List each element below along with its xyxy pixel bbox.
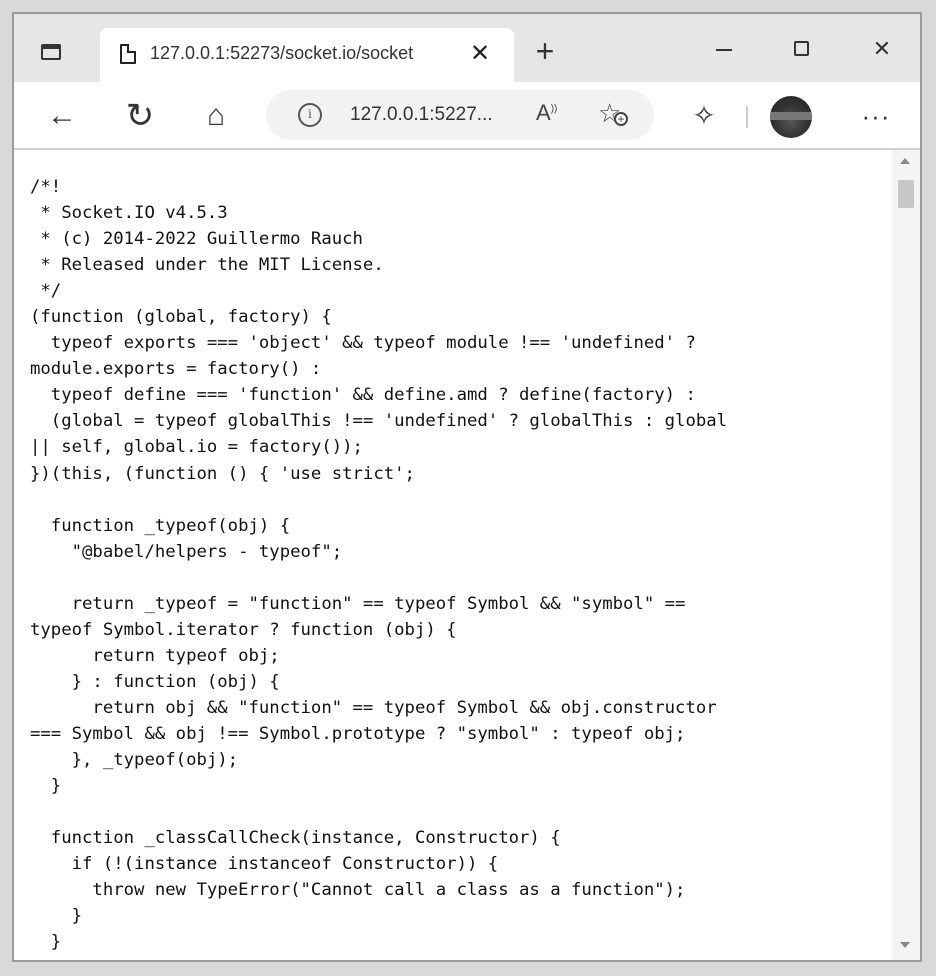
toolbar-divider xyxy=(746,106,748,128)
code-line: */ xyxy=(30,281,62,302)
site-info-icon[interactable]: i xyxy=(298,103,322,127)
tab-actions-glyph xyxy=(41,44,61,60)
tab-close-icon[interactable]: ✕ xyxy=(466,40,494,68)
scroll-up-arrow-icon[interactable] xyxy=(900,158,910,164)
scroll-down-arrow-icon[interactable] xyxy=(900,942,910,948)
code-line: return typeof obj; xyxy=(30,645,280,666)
scrollbar-thumb[interactable] xyxy=(898,180,914,208)
maximize-icon xyxy=(794,41,809,56)
close-window-button[interactable]: ✕ xyxy=(862,34,902,64)
read-aloud-icon[interactable]: A)) xyxy=(536,100,557,126)
vertical-scrollbar[interactable] xyxy=(892,150,920,960)
code-line: } xyxy=(30,932,62,953)
minimize-icon xyxy=(716,49,732,51)
code-line: function _typeof(obj) { xyxy=(30,515,291,536)
code-line: || self, global.io = factory()); xyxy=(30,437,363,458)
source-code-text: /*! * Socket.IO v4.5.3 * (c) 2014-2022 G… xyxy=(30,174,727,955)
back-button[interactable]: ← xyxy=(42,96,82,136)
code-line: * (c) 2014-2022 Guillermo Rauch xyxy=(30,229,363,250)
code-line: /*! xyxy=(30,177,62,197)
tab-title-fade xyxy=(430,38,456,72)
code-line: (global = typeof globalThis !== 'undefin… xyxy=(30,411,728,432)
code-line: } xyxy=(30,776,62,797)
home-button[interactable]: ⌂ xyxy=(196,96,236,136)
browser-window: 127.0.0.1:52273/socket.io/socket ✕ + ✕ ←… xyxy=(12,12,922,962)
title-bar: 127.0.0.1:52273/socket.io/socket ✕ + ✕ xyxy=(14,14,920,84)
page-content: /*! * Socket.IO v4.5.3 * (c) 2014-2022 G… xyxy=(14,150,892,960)
profile-avatar[interactable] xyxy=(770,96,812,138)
refresh-button[interactable]: ↻ xyxy=(120,96,160,136)
code-line: * Released under the MIT License. xyxy=(30,255,384,276)
code-line: if (!(instance instanceof Constructor)) … xyxy=(30,854,499,875)
code-line: module.exports = factory() : xyxy=(30,359,322,380)
code-line: }, _typeof(obj); xyxy=(30,750,239,771)
code-line: return obj && "function" == typeof Symbo… xyxy=(30,697,717,718)
read-aloud-glyph: A xyxy=(536,100,551,125)
url-text[interactable]: 127.0.0.1:5227... xyxy=(350,104,550,126)
page-icon xyxy=(120,44,136,64)
maximize-button[interactable] xyxy=(782,34,822,64)
active-tab[interactable]: 127.0.0.1:52273/socket.io/socket ✕ xyxy=(100,28,514,84)
code-line: === Symbol && obj !== Symbol.prototype ?… xyxy=(30,723,686,744)
code-line: } xyxy=(30,906,83,927)
favorite-plus-badge: + xyxy=(614,112,628,126)
code-line: throw new TypeError("Cannot call a class… xyxy=(30,880,686,901)
code-line: typeof define === 'function' && define.a… xyxy=(30,385,696,406)
code-line: function _classCallCheck(instance, Const… xyxy=(30,828,561,849)
new-tab-button[interactable]: + xyxy=(528,34,562,68)
code-line: })(this, (function () { 'use strict'; xyxy=(30,463,415,484)
more-menu-button[interactable]: ··· xyxy=(856,96,896,136)
profile-avatar-image xyxy=(770,112,812,120)
tab-title: 127.0.0.1:52273/socket.io/socket xyxy=(150,43,414,63)
navigation-toolbar: ← ↻ ⌂ i 127.0.0.1:5227... A)) ☆ + ✧ ··· xyxy=(14,82,920,150)
code-line: * Socket.IO v4.5.3 xyxy=(30,203,228,224)
code-line: return _typeof = "function" == typeof Sy… xyxy=(30,593,686,614)
minimize-button[interactable] xyxy=(704,34,744,64)
code-line: (function (global, factory) { xyxy=(30,307,332,328)
code-line: typeof exports === 'object' && typeof mo… xyxy=(30,333,696,354)
tab-actions-icon[interactable] xyxy=(34,36,66,68)
code-line: "@babel/helpers - typeof"; xyxy=(30,541,343,562)
code-line: } : function (obj) { xyxy=(30,671,280,692)
extensions-icon[interactable]: ✧ xyxy=(684,96,724,136)
read-aloud-waves: )) xyxy=(550,103,558,115)
address-bar[interactable]: i 127.0.0.1:5227... A)) ☆ + xyxy=(266,90,654,140)
code-line: typeof Symbol.iterator ? function (obj) … xyxy=(30,619,457,640)
